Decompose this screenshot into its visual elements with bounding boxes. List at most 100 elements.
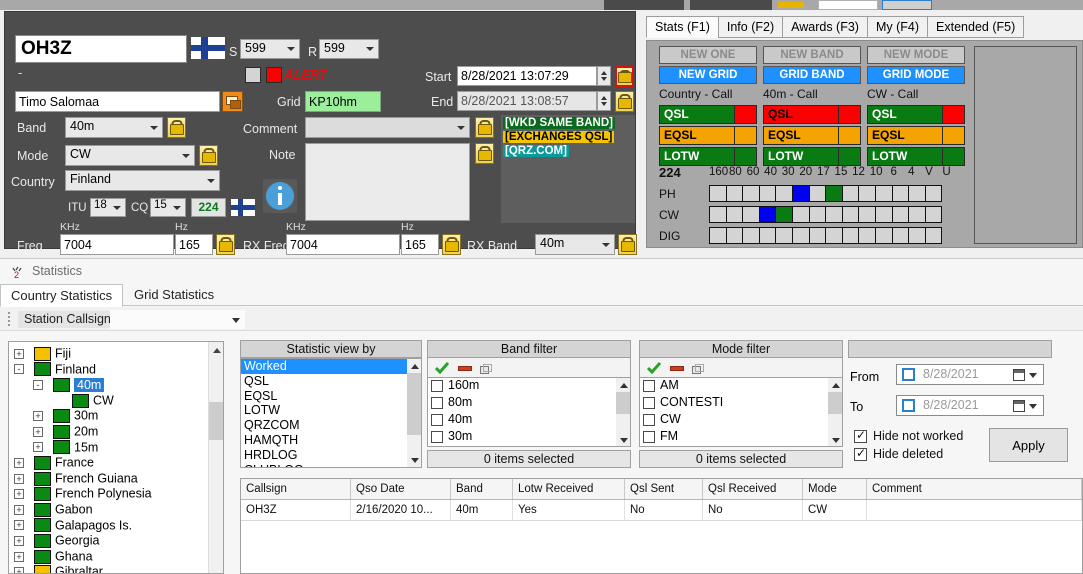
mode-filter-item[interactable]: FM bbox=[640, 429, 842, 446]
tab-country[interactable]: Country Statistics bbox=[0, 284, 124, 307]
lotw-bar[interactable]: LOTW bbox=[659, 147, 757, 166]
matrix-cell[interactable] bbox=[791, 206, 810, 223]
qsl-bar[interactable]: QSL bbox=[867, 105, 965, 124]
matrix-cell[interactable] bbox=[775, 227, 793, 244]
tree-expander[interactable]: + bbox=[14, 457, 24, 468]
grid-status-button[interactable]: GRID BAND bbox=[763, 66, 861, 84]
operator-name-input[interactable] bbox=[15, 91, 220, 112]
statistic-view-item[interactable]: Worked bbox=[241, 359, 421, 374]
from-date-checkbox[interactable] bbox=[902, 368, 915, 381]
toolbar-focused-button[interactable] bbox=[882, 0, 932, 10]
matrix-cell[interactable] bbox=[825, 185, 843, 202]
matrix-cell[interactable] bbox=[825, 227, 843, 244]
band-lock-icon[interactable] bbox=[167, 117, 186, 138]
mode-combo[interactable]: CW bbox=[65, 145, 195, 166]
grid-column-header[interactable]: Band bbox=[451, 479, 513, 499]
statistic-view-item[interactable]: LOTW bbox=[241, 403, 421, 418]
grid-column-header[interactable]: Comment bbox=[867, 479, 1082, 499]
matrix-cell[interactable] bbox=[908, 206, 926, 223]
mode-filter-item[interactable]: CW bbox=[640, 412, 842, 429]
chevron-down-icon[interactable] bbox=[1029, 404, 1037, 409]
matrix-cell[interactable] bbox=[791, 227, 810, 244]
toolbar-button-1[interactable] bbox=[604, 0, 684, 10]
statistic-view-item[interactable]: EQSL bbox=[241, 389, 421, 404]
tree-node[interactable]: + French Polynesia bbox=[14, 486, 152, 502]
checkbox-icon[interactable] bbox=[431, 430, 443, 443]
matrix-cell[interactable] bbox=[858, 206, 876, 223]
statistic-view-item[interactable]: QRZCOM bbox=[241, 418, 421, 433]
tree-node[interactable]: + French Guiana bbox=[14, 471, 138, 487]
checkbox-icon[interactable] bbox=[643, 379, 655, 392]
new-status-button[interactable]: NEW ONE bbox=[659, 46, 757, 64]
tree-node[interactable]: +30m bbox=[33, 408, 98, 424]
rst-received-combo[interactable]: 599 bbox=[319, 39, 379, 59]
end-spinner[interactable] bbox=[597, 91, 611, 111]
alert-toggle-red[interactable] bbox=[266, 67, 282, 83]
invert-selection-icon[interactable] bbox=[480, 363, 492, 374]
rx-hz-input[interactable] bbox=[401, 234, 439, 255]
scroll-thumb[interactable] bbox=[828, 392, 842, 414]
tree-node[interactable]: - Finland bbox=[14, 362, 96, 378]
mode-lock-icon[interactable] bbox=[199, 145, 218, 166]
stats-tab-stats[interactable]: Stats (F1) bbox=[646, 16, 719, 38]
tree-expander[interactable]: + bbox=[14, 535, 24, 546]
grid-column-header[interactable]: Mode bbox=[803, 479, 867, 499]
eqsl-bar[interactable]: EQSL bbox=[867, 126, 965, 145]
stats-tab-info[interactable]: Info (F2) bbox=[717, 16, 784, 38]
tree-node[interactable]: + Georgia bbox=[14, 533, 99, 549]
chevron-down-icon[interactable] bbox=[1029, 373, 1037, 378]
scroll-down-icon[interactable] bbox=[828, 433, 842, 446]
grid-column-header[interactable]: Callsign bbox=[241, 479, 351, 499]
band-filter-item[interactable]: 80m bbox=[428, 395, 630, 412]
matrix-cell[interactable] bbox=[874, 185, 893, 202]
matrix-cell[interactable] bbox=[791, 185, 810, 202]
tree-node[interactable]: + Gabon bbox=[14, 502, 93, 518]
note-lock-icon[interactable] bbox=[475, 143, 494, 164]
matrix-cell[interactable] bbox=[709, 227, 727, 244]
matrix-cell[interactable] bbox=[758, 227, 777, 244]
matrix-cell[interactable] bbox=[874, 227, 893, 244]
matrix-cell[interactable] bbox=[758, 185, 777, 202]
toolbar-button-2[interactable] bbox=[690, 0, 772, 10]
grid-status-button[interactable]: NEW GRID bbox=[659, 66, 757, 84]
matrix-cell[interactable] bbox=[825, 206, 843, 223]
matrix-cell[interactable] bbox=[808, 227, 827, 244]
check-all-icon[interactable] bbox=[646, 362, 662, 375]
tab-grid[interactable]: Grid Statistics bbox=[124, 284, 224, 307]
matrix-cell[interactable] bbox=[742, 227, 760, 244]
qsl-bar[interactable]: QSL bbox=[763, 105, 861, 124]
grid-input[interactable] bbox=[305, 91, 381, 112]
tree-expander[interactable]: + bbox=[14, 473, 24, 484]
band-combo[interactable]: 40m bbox=[65, 117, 163, 138]
tree-scrollbar[interactable] bbox=[208, 342, 223, 573]
end-datetime-input[interactable] bbox=[457, 91, 597, 111]
itu-combo[interactable]: 18 bbox=[90, 198, 126, 217]
grid-column-header[interactable]: Lotw Received bbox=[513, 479, 625, 499]
matrix-cell[interactable] bbox=[891, 206, 910, 223]
to-date-picker[interactable]: 8/28/2021 bbox=[896, 395, 1044, 416]
lotw-bar[interactable]: LOTW bbox=[763, 147, 861, 166]
tree-expander[interactable]: + bbox=[14, 489, 24, 500]
uncheck-all-icon[interactable] bbox=[670, 366, 684, 371]
scroll-up-icon[interactable] bbox=[616, 378, 630, 392]
matrix-cell[interactable] bbox=[742, 206, 760, 223]
scroll-down-icon[interactable] bbox=[616, 433, 630, 446]
matrix-cell[interactable] bbox=[841, 185, 860, 202]
checkbox-icon[interactable] bbox=[643, 430, 655, 443]
mode-filter-list[interactable]: AM CONTESTI CW FM bbox=[639, 378, 843, 447]
tree-node[interactable]: +20m bbox=[33, 424, 98, 440]
tree-node[interactable]: + France bbox=[14, 455, 94, 471]
matrix-cell[interactable] bbox=[808, 206, 827, 223]
invert-selection-icon[interactable] bbox=[692, 363, 704, 374]
calendar-icon[interactable] bbox=[1013, 369, 1025, 381]
checkbox-icon[interactable] bbox=[643, 413, 655, 426]
matrix-cell[interactable] bbox=[841, 206, 860, 223]
tree-expander[interactable]: + bbox=[33, 426, 43, 437]
tree-expander[interactable]: + bbox=[14, 567, 24, 573]
checkbox-icon[interactable] bbox=[643, 396, 655, 409]
matrix-cell[interactable] bbox=[725, 227, 744, 244]
checkbox-icon[interactable] bbox=[431, 413, 443, 426]
tree-node[interactable]: + Galapagos Is. bbox=[14, 518, 132, 534]
matrix-cell[interactable] bbox=[742, 185, 760, 202]
tree-expander[interactable]: + bbox=[14, 504, 24, 515]
